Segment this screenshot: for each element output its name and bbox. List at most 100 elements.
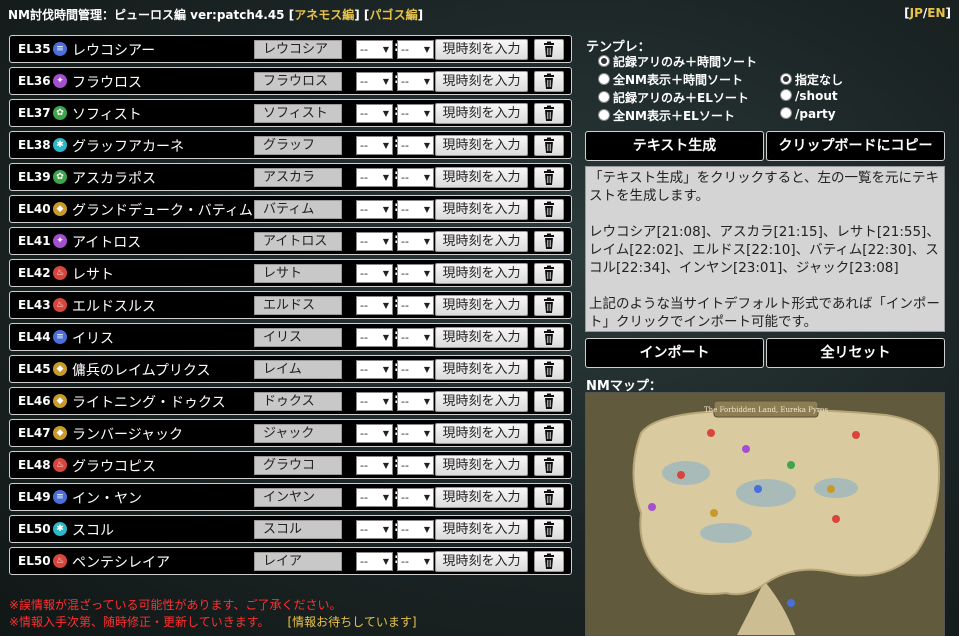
delete-button[interactable] [534,199,564,220]
nm-short-name-field[interactable]: アスカラ [254,168,342,187]
delete-button[interactable] [534,327,564,348]
generate-text-button[interactable]: テキスト生成 [585,131,764,161]
nm-short-name-field[interactable]: レサト [254,264,342,283]
nm-short-name-field[interactable]: イリス [254,328,342,347]
minute-select[interactable]: -- ▼ [397,104,434,123]
hour-select[interactable]: -- ▼ [356,392,393,411]
delete-button[interactable] [534,295,564,316]
delete-button[interactable] [534,391,564,412]
hour-select[interactable]: -- ▼ [356,104,393,123]
output-textarea[interactable]: 「テキスト生成」をクリックすると、左の一覧を元にテキストを生成します。 レウコシ… [585,166,945,332]
minute-select[interactable]: -- ▼ [397,456,434,475]
delete-button[interactable] [534,423,564,444]
minute-select[interactable]: -- ▼ [397,72,434,91]
set-current-time-button[interactable]: 現時刻を入力 [435,423,528,444]
nm-short-name-field[interactable]: レイア [254,552,342,571]
delete-button[interactable] [534,135,564,156]
template-option-2[interactable]: 全NM表示＋時間ソート [598,71,743,88]
set-current-time-button[interactable]: 現時刻を入力 [435,359,528,380]
delete-button[interactable] [534,39,564,60]
hour-select[interactable]: -- ▼ [356,296,393,315]
set-current-time-button[interactable]: 現時刻を入力 [435,231,528,252]
hour-select[interactable]: -- ▼ [356,40,393,59]
set-current-time-button[interactable]: 現時刻を入力 [435,391,528,412]
hour-select[interactable]: -- ▼ [356,360,393,379]
nm-short-name-field[interactable]: アイトロス [254,232,342,251]
nm-short-name-field[interactable]: グラッフ [254,136,342,155]
delete-button[interactable] [534,103,564,124]
nm-short-name-field[interactable]: バティム [254,200,342,219]
import-button[interactable]: インポート [585,338,764,368]
set-current-time-button[interactable]: 現時刻を入力 [435,39,528,60]
hour-select[interactable]: -- ▼ [356,200,393,219]
chat-option-shout[interactable]: /shout [780,89,838,103]
chat-option-none[interactable]: 指定なし [780,71,843,88]
delete-button[interactable] [534,487,564,508]
reset-all-button[interactable]: 全リセット [766,338,945,368]
minute-select[interactable]: -- ▼ [397,520,434,539]
copy-clipboard-button[interactable]: クリップボードにコピー [766,131,945,161]
delete-button[interactable] [534,359,564,380]
hour-select[interactable]: -- ▼ [356,488,393,507]
nm-short-name-field[interactable]: スコル [254,520,342,539]
nm-short-name-field[interactable]: エルドス [254,296,342,315]
info-wait-link[interactable]: [情報お待ちしています] [288,615,417,629]
hour-select[interactable]: -- ▼ [356,264,393,283]
hour-select[interactable]: -- ▼ [356,520,393,539]
set-current-time-button[interactable]: 現時刻を入力 [435,135,528,156]
minute-select[interactable]: -- ▼ [397,168,434,187]
nm-short-name-field[interactable]: インヤン [254,488,342,507]
hour-select[interactable]: -- ▼ [356,72,393,91]
hour-select[interactable]: -- ▼ [356,456,393,475]
lang-jp-link[interactable]: JP [910,6,923,20]
hour-select[interactable]: -- ▼ [356,328,393,347]
pagos-link[interactable]: パゴス編 [369,8,417,22]
minute-select[interactable]: -- ▼ [397,40,434,59]
set-current-time-button[interactable]: 現時刻を入力 [435,519,528,540]
hour-select[interactable]: -- ▼ [356,552,393,571]
minute-select[interactable]: -- ▼ [397,232,434,251]
template-option-1[interactable]: 記録アリのみ＋時間ソート [598,53,757,70]
delete-button[interactable] [534,551,564,572]
hour-select[interactable]: -- ▼ [356,168,393,187]
nm-short-name-field[interactable]: グラウコ [254,456,342,475]
delete-button[interactable] [534,263,564,284]
minute-select[interactable]: -- ▼ [397,328,434,347]
delete-button[interactable] [534,71,564,92]
minute-select[interactable]: -- ▼ [397,552,434,571]
set-current-time-button[interactable]: 現時刻を入力 [435,455,528,476]
minute-select[interactable]: -- ▼ [397,200,434,219]
nm-short-name-field[interactable]: ジャック [254,424,342,443]
set-current-time-button[interactable]: 現時刻を入力 [435,103,528,124]
set-current-time-button[interactable]: 現時刻を入力 [435,71,528,92]
hour-select[interactable]: -- ▼ [356,136,393,155]
nm-short-name-field[interactable]: レイム [254,360,342,379]
minute-select[interactable]: -- ▼ [397,264,434,283]
set-current-time-button[interactable]: 現時刻を入力 [435,487,528,508]
delete-button[interactable] [534,167,564,188]
minute-select[interactable]: -- ▼ [397,392,434,411]
minute-select[interactable]: -- ▼ [397,296,434,315]
minute-select[interactable]: -- ▼ [397,360,434,379]
set-current-time-button[interactable]: 現時刻を入力 [435,199,528,220]
nm-short-name-field[interactable]: ドゥクス [254,392,342,411]
anemos-link[interactable]: アネモス編 [294,8,354,22]
nm-short-name-field[interactable]: レウコシア [254,40,342,59]
chat-option-party[interactable]: /party [780,107,836,121]
delete-button[interactable] [534,455,564,476]
minute-select[interactable]: -- ▼ [397,136,434,155]
set-current-time-button[interactable]: 現時刻を入力 [435,295,528,316]
lang-en-link[interactable]: EN [927,6,945,20]
template-option-3[interactable]: 記録アリのみ＋ELソート [598,89,749,106]
hour-select[interactable]: -- ▼ [356,232,393,251]
delete-button[interactable] [534,231,564,252]
nm-short-name-field[interactable]: フラウロス [254,72,342,91]
nm-short-name-field[interactable]: ソフィスト [254,104,342,123]
hour-select[interactable]: -- ▼ [356,424,393,443]
nm-map[interactable]: The Forbidden Land, Eureka Pyros [585,392,945,636]
delete-button[interactable] [534,519,564,540]
set-current-time-button[interactable]: 現時刻を入力 [435,263,528,284]
minute-select[interactable]: -- ▼ [397,488,434,507]
set-current-time-button[interactable]: 現時刻を入力 [435,551,528,572]
template-option-4[interactable]: 全NM表示＋ELソート [598,107,735,124]
